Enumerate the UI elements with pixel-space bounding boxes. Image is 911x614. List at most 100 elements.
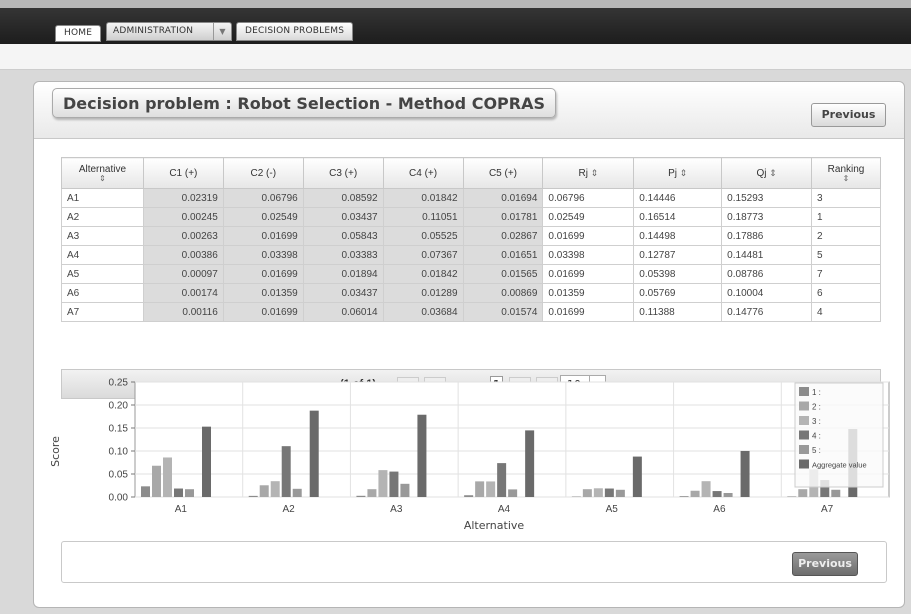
top-navigation: HOME ADMINISTRATION ▼ DECISION PROBLEMS [0,0,911,44]
bar [593,488,603,497]
bar [417,414,427,497]
column-header-c5: C5 (+) [462,157,544,189]
table-cell: 0.02549 [222,207,304,227]
nav-tab-administration[interactable]: ADMINISTRATION ▼ [106,22,232,41]
table-cell: 0.06796 [542,188,635,208]
table-row[interactable]: A1 0.02319 0.06796 0.08592 0.01842 0.01694 0.0… [61,188,881,208]
results-table: Alternative ⇕ C1 (+) C2 (-) C3 (+) C4 (+)… [61,157,881,322]
table-cell: 0.01894 [302,264,384,284]
bar [281,446,291,497]
table-cell: 0.07367 [382,245,464,265]
table-row[interactable]: A2 0.00245 0.02549 0.03437 0.11051 0.01781 0.0… [61,207,881,227]
bar [174,488,183,497]
column-header-c1: C1 (+) [142,157,224,189]
table-row[interactable]: A7 0.00116 0.01699 0.06014 0.03684 0.01574 0.0… [61,302,881,322]
table-cell: 3 [811,188,881,208]
bar [185,489,194,497]
x-tick-label: A7 [821,504,834,515]
sort-icon[interactable]: ⇕ [591,168,599,178]
column-header-pj[interactable]: Pj ⇕ [633,157,723,189]
previous-button-bottom[interactable]: Previous [792,552,858,576]
sort-icon[interactable]: ⇕ [812,174,880,183]
table-row[interactable]: A3 0.00263 0.01699 0.05843 0.05525 0.02867 0.0… [61,226,881,246]
bar [292,488,302,497]
table-cell: 0.00245 [142,207,224,227]
table-cell: 0.01699 [542,226,635,246]
legend-swatch [799,401,809,411]
bar [367,489,377,497]
legend-label: 4 : [812,432,821,441]
sort-icon[interactable]: ⇕ [769,168,777,178]
bottom-action-box [61,541,887,583]
bar [464,495,474,497]
alternative-cell: A1 [61,188,144,208]
bar [163,457,172,497]
bar [787,496,797,497]
main-panel: Decision problem : Robot Selection - Met… [33,81,905,608]
x-tick-label: A4 [498,504,511,515]
column-header-qj[interactable]: Qj ⇕ [721,157,813,189]
table-cell: 0.01289 [382,283,464,303]
column-header-c2: C2 (-) [222,157,304,189]
table-row[interactable]: A6 0.00174 0.01359 0.03437 0.01289 0.00869 0.0… [61,283,881,303]
bar [632,456,642,497]
table-cell: 0.01574 [462,302,544,322]
sort-icon[interactable]: ⇕ [62,174,143,183]
bar [525,430,535,497]
table-cell: 0.01694 [462,188,544,208]
bar [831,489,841,497]
column-header-ranking[interactable]: Ranking ⇕ [811,157,881,189]
legend-label: 1 : [812,388,821,397]
table-cell: 0.05398 [633,264,723,284]
bar [400,483,410,497]
table-cell: 0.01699 [222,226,304,246]
table-cell: 0.02319 [142,188,224,208]
nav-tab-decision-problems[interactable]: DECISION PROBLEMS [236,22,354,41]
bar [604,488,614,497]
bar [712,491,722,497]
x-tick-label: A5 [606,504,619,515]
table-cell: 6 [811,283,881,303]
bar [259,485,269,497]
bar [270,481,280,497]
table-cell: 0.12787 [633,245,723,265]
previous-button-top[interactable]: Previous [811,103,886,127]
table-cell: 0.00116 [142,302,224,322]
y-tick-label: 0.10 [109,447,129,458]
table-cell: 0.18773 [721,207,813,227]
sort-icon[interactable]: ⇕ [680,168,688,178]
table-row[interactable]: A4 0.00386 0.03398 0.03383 0.07367 0.01651 0.0… [61,245,881,265]
bar [486,481,496,497]
table-cell: 0.14776 [721,302,813,322]
y-tick-label: 0.25 [109,378,129,389]
bar [690,490,700,497]
table-cell: 0.03437 [302,283,384,303]
table-cell: 7 [811,264,881,284]
table-cell: 0.11388 [633,302,723,322]
legend-label: Aggregate value [812,461,867,470]
table-cell: 0.01699 [222,264,304,284]
table-cell: 0.01842 [382,264,464,284]
column-header-alternative[interactable]: Alternative ⇕ [61,157,144,189]
column-header-rj[interactable]: Rj ⇕ [542,157,635,189]
column-header-c4: C4 (+) [382,157,464,189]
alternative-cell: A7 [61,302,144,322]
table-cell: 0.00263 [142,226,224,246]
chevron-down-icon[interactable]: ▼ [213,23,231,40]
bar [475,481,485,497]
column-header-c3: C3 (+) [302,157,384,189]
x-tick-label: A2 [282,504,295,515]
y-tick-label: 0.15 [109,424,129,435]
bar [582,489,592,497]
alternative-cell: A2 [61,207,144,227]
legend-label: 3 : [812,417,821,426]
sub-strip [0,44,911,70]
nav-tab-home[interactable]: HOME [55,25,102,42]
nav-tab-administration-label: ADMINISTRATION [113,26,194,36]
bar [723,493,733,497]
legend-swatch [799,416,809,425]
table-cell: 0.02549 [542,207,635,227]
table-row[interactable]: A5 0.00097 0.01699 0.01894 0.01842 0.01565 0.0… [61,264,881,284]
bar [615,489,625,497]
table-cell: 0.14446 [633,188,723,208]
